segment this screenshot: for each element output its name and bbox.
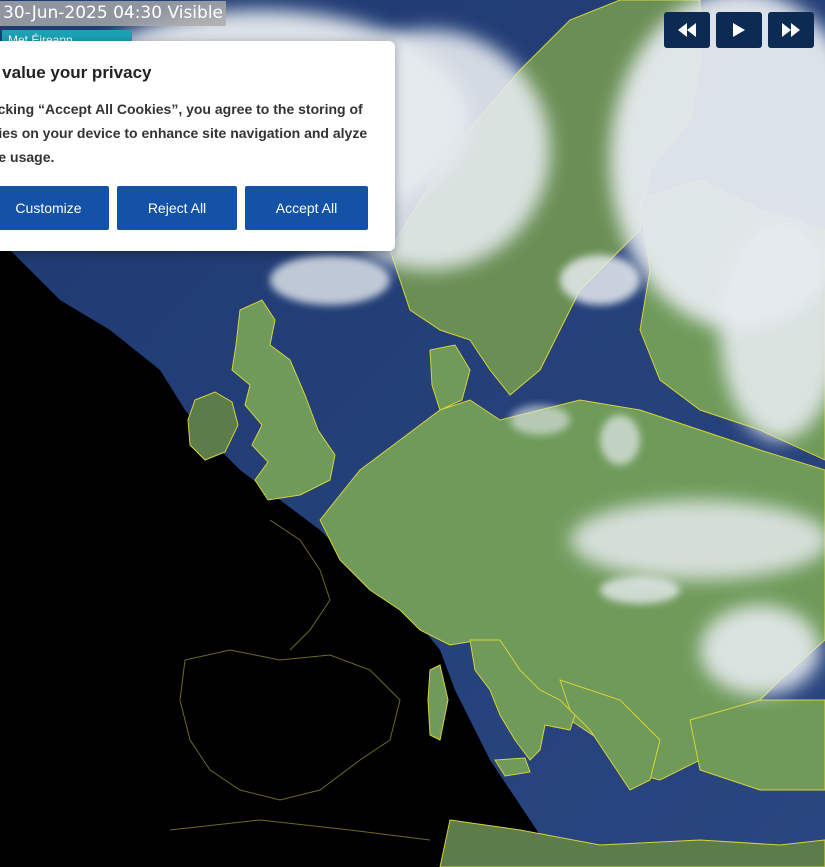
fast-forward-icon xyxy=(782,23,800,37)
fast-forward-button[interactable] xyxy=(768,12,814,48)
rewind-icon xyxy=(678,23,696,37)
play-icon xyxy=(733,23,745,37)
rewind-button[interactable] xyxy=(664,12,710,48)
customize-button[interactable]: Customize xyxy=(0,186,109,230)
playback-controls xyxy=(664,12,814,48)
cookie-title: e value your privacy xyxy=(0,63,152,82)
cookie-consent-banner: e value your privacy clicking “Accept Al… xyxy=(0,41,395,251)
cookie-body-text: clicking “Accept All Cookies”, you agree… xyxy=(0,101,368,165)
reject-all-button[interactable]: Reject All xyxy=(117,186,237,230)
accept-all-button[interactable]: Accept All xyxy=(245,186,368,230)
play-button[interactable] xyxy=(716,12,762,48)
timestamp-label: 30-Jun-2025 04:30 Visible xyxy=(0,1,227,26)
